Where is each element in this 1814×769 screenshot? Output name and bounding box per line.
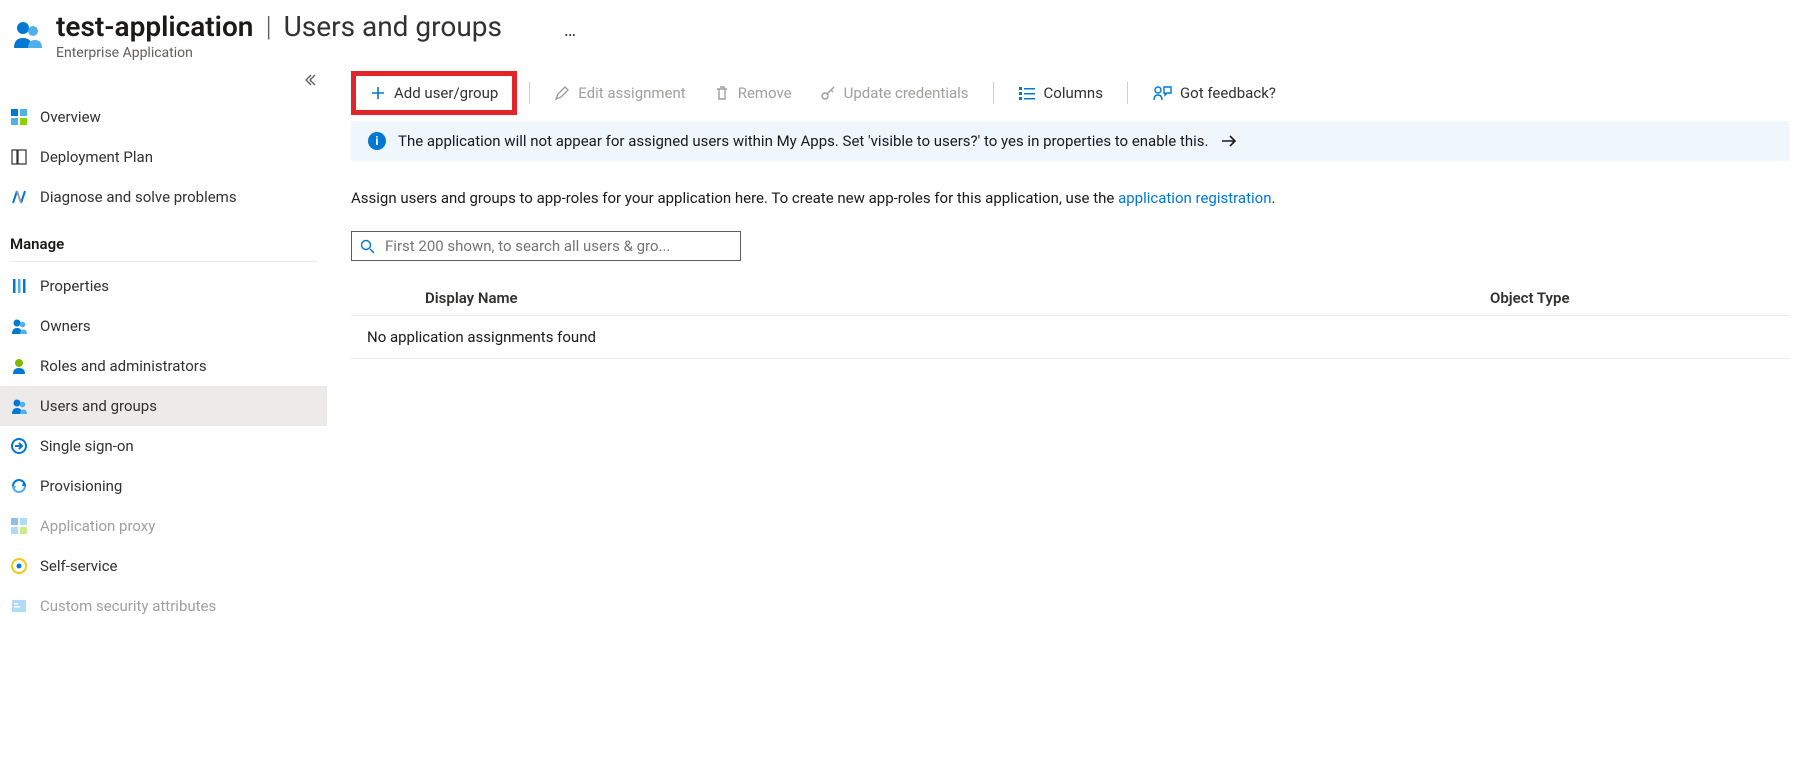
toolbar-separator: [1127, 82, 1128, 104]
sidebar-item-label: Diagnose and solve problems: [40, 188, 237, 206]
diagnose-icon: [10, 188, 28, 206]
sidebar-item-label: Roles and administrators: [40, 357, 207, 375]
feedback-icon: [1152, 85, 1172, 101]
columns-icon: [1018, 85, 1036, 101]
sidebar-item-label: Overview: [40, 108, 101, 126]
plus-icon: [370, 85, 386, 101]
table-divider: [351, 358, 1790, 359]
sidebar-item-overview[interactable]: Overview: [0, 97, 327, 137]
search-box[interactable]: [351, 231, 741, 261]
provisioning-icon: [10, 477, 28, 495]
button-label: Columns: [1044, 84, 1103, 102]
sidebar-item-provisioning[interactable]: Provisioning: [0, 466, 327, 506]
custom-security-icon: [10, 597, 28, 615]
update-credentials-button: Update credentials: [808, 78, 981, 108]
page-header: test-application | Users and groups … En…: [0, 0, 1814, 65]
trash-icon: [714, 85, 730, 101]
highlight-add-user-group: Add user/group: [351, 71, 517, 115]
app-proxy-icon: [10, 517, 28, 535]
header-app-name: test-application: [56, 10, 253, 43]
sidebar-item-label: Deployment Plan: [40, 148, 153, 166]
table-empty-row: No application assignments found: [351, 316, 1790, 358]
sidebar-item-label: Owners: [40, 317, 91, 335]
button-label: Edit assignment: [578, 84, 685, 102]
sidebar-item-properties[interactable]: Properties: [0, 266, 327, 306]
page-description: Assign users and groups to app-roles for…: [351, 189, 1790, 207]
toolbar: Add user/group Edit assignment Remove: [351, 65, 1790, 121]
description-suffix: .: [1271, 189, 1275, 207]
add-user-group-button[interactable]: Add user/group: [358, 78, 510, 108]
sidebar-item-label: Single sign-on: [40, 437, 134, 455]
app-icon: [10, 18, 46, 54]
table-header: Display Name Object Type: [351, 281, 1790, 316]
sidebar-item-label: Application proxy: [40, 517, 155, 535]
search-icon: [360, 239, 375, 254]
assignments-table: Display Name Object Type No application …: [351, 281, 1790, 359]
sidebar-item-label: Users and groups: [40, 397, 157, 415]
sidebar-item-diagnose[interactable]: Diagnose and solve problems: [0, 177, 327, 217]
sidebar-collapse-button[interactable]: [303, 73, 317, 87]
feedback-button[interactable]: Got feedback?: [1140, 78, 1288, 108]
sidebar-item-sso[interactable]: Single sign-on: [0, 426, 327, 466]
button-label: Remove: [738, 84, 792, 102]
button-label: Add user/group: [394, 84, 498, 102]
sidebar-item-custom-security: Custom security attributes: [0, 586, 327, 626]
sidebar-item-roles[interactable]: Roles and administrators: [0, 346, 327, 386]
sidebar-item-users-groups[interactable]: Users and groups: [0, 386, 327, 426]
owners-icon: [10, 317, 28, 335]
sidebar-section-manage: Manage: [0, 217, 327, 261]
self-service-icon: [10, 557, 28, 575]
sidebar-item-deployment-plan[interactable]: Deployment Plan: [0, 137, 327, 177]
header-page-title: Users and groups: [284, 10, 502, 43]
search-input[interactable]: [383, 236, 732, 256]
toolbar-separator: [993, 82, 994, 104]
overview-icon: [10, 108, 28, 126]
info-banner-action[interactable]: [1220, 134, 1238, 148]
sidebar: Overview Deployment Plan: [0, 65, 327, 769]
pencil-icon: [554, 85, 570, 101]
header-subtitle: Enterprise Application: [56, 45, 578, 61]
roles-icon: [10, 357, 28, 375]
more-menu-button[interactable]: …: [564, 20, 578, 41]
users-groups-icon: [10, 397, 28, 415]
columns-button[interactable]: Columns: [1006, 78, 1115, 108]
info-banner-text: The application will not appear for assi…: [398, 132, 1208, 150]
remove-button: Remove: [702, 78, 804, 108]
sidebar-item-label: Properties: [40, 277, 109, 295]
description-prefix: Assign users and groups to app-roles for…: [351, 189, 1118, 207]
button-label: Got feedback?: [1180, 84, 1276, 102]
button-label: Update credentials: [844, 84, 969, 102]
properties-icon: [10, 277, 28, 295]
sidebar-item-app-proxy: Application proxy: [0, 506, 327, 546]
toolbar-separator: [529, 82, 530, 104]
edit-assignment-button: Edit assignment: [542, 78, 697, 108]
sidebar-item-label: Custom security attributes: [40, 597, 216, 615]
deployment-plan-icon: [10, 148, 28, 166]
sidebar-divider: [10, 261, 317, 262]
sidebar-item-self-service[interactable]: Self-service: [0, 546, 327, 586]
sso-icon: [10, 437, 28, 455]
key-icon: [820, 85, 836, 101]
table-col-display-name[interactable]: Display Name: [401, 289, 1490, 307]
sidebar-item-owners[interactable]: Owners: [0, 306, 327, 346]
app-registration-link[interactable]: application registration: [1118, 189, 1271, 207]
sidebar-item-label: Provisioning: [40, 477, 122, 495]
info-icon: i: [368, 132, 386, 150]
info-banner: i The application will not appear for as…: [351, 121, 1790, 161]
sidebar-item-label: Self-service: [40, 557, 118, 575]
header-separator: |: [265, 10, 271, 43]
main-content: Add user/group Edit assignment Remove: [327, 65, 1814, 769]
table-col-object-type[interactable]: Object Type: [1490, 289, 1790, 307]
